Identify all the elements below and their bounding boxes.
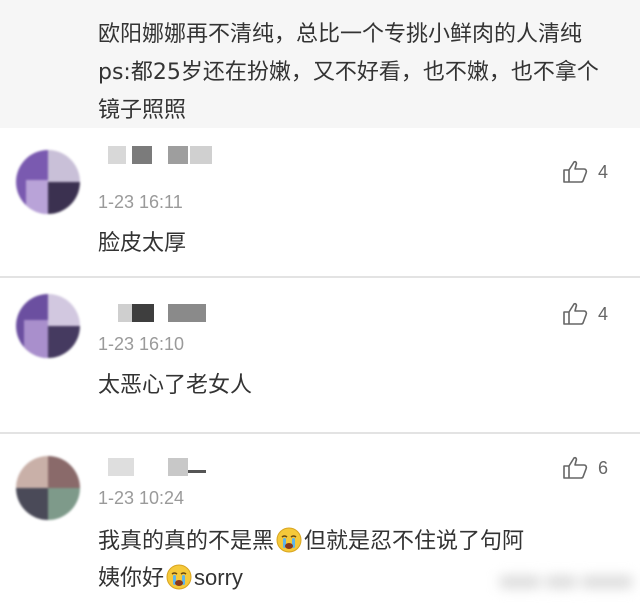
quoted-comment: 欧阳娜娜再不清纯，总比一个专挑小鲜肉的人清纯 ps:都25岁还在扮嫩，又不好看，… [0, 0, 640, 128]
thumbs-up-icon [563, 302, 588, 325]
comment-text-segment: 但就是忍不住说了句阿 [304, 529, 525, 554]
comment-item[interactable]: 1-23 16:11 脸皮太厚 4 [0, 128, 640, 276]
comment-item[interactable]: 1-23 16:10 太恶心了老女人 4 [0, 278, 640, 432]
thumbs-up-icon [563, 456, 588, 479]
comment-timestamp: 1-23 16:10 [98, 334, 185, 354]
avatar[interactable] [16, 294, 80, 358]
watermark-blurred [500, 568, 640, 598]
username-blurred[interactable] [108, 146, 218, 164]
like-count: 6 [598, 457, 609, 478]
crying-face-icon [166, 564, 192, 590]
thumbs-up-icon [563, 160, 588, 183]
like-count: 4 [598, 161, 609, 182]
comment-text: 太恶心了老女人 [98, 373, 253, 398]
like-count: 4 [598, 303, 609, 324]
like-button[interactable]: 6 [562, 456, 608, 480]
comment-timestamp: 1-23 10:24 [98, 488, 185, 508]
avatar[interactable] [16, 456, 80, 520]
comment-text-segment: 姨你好 [98, 566, 165, 591]
crying-face-icon [276, 527, 302, 553]
comment-text-segment: 我真的真的不是黑 [98, 529, 275, 554]
avatar[interactable] [16, 150, 80, 214]
username-blurred[interactable] [118, 304, 218, 322]
comment-text: 脸皮太厚 [98, 231, 187, 256]
quoted-comment-text: 欧阳娜娜再不清纯，总比一个专挑小鲜肉的人清纯 ps:都25岁还在扮嫩，又不好看，… [98, 22, 599, 123]
comment-text-segment: sorry [194, 565, 243, 590]
like-button[interactable]: 4 [562, 160, 608, 184]
like-button[interactable]: 4 [562, 302, 608, 326]
comment-timestamp: 1-23 16:11 [98, 192, 183, 212]
username-blurred[interactable] [108, 458, 208, 476]
